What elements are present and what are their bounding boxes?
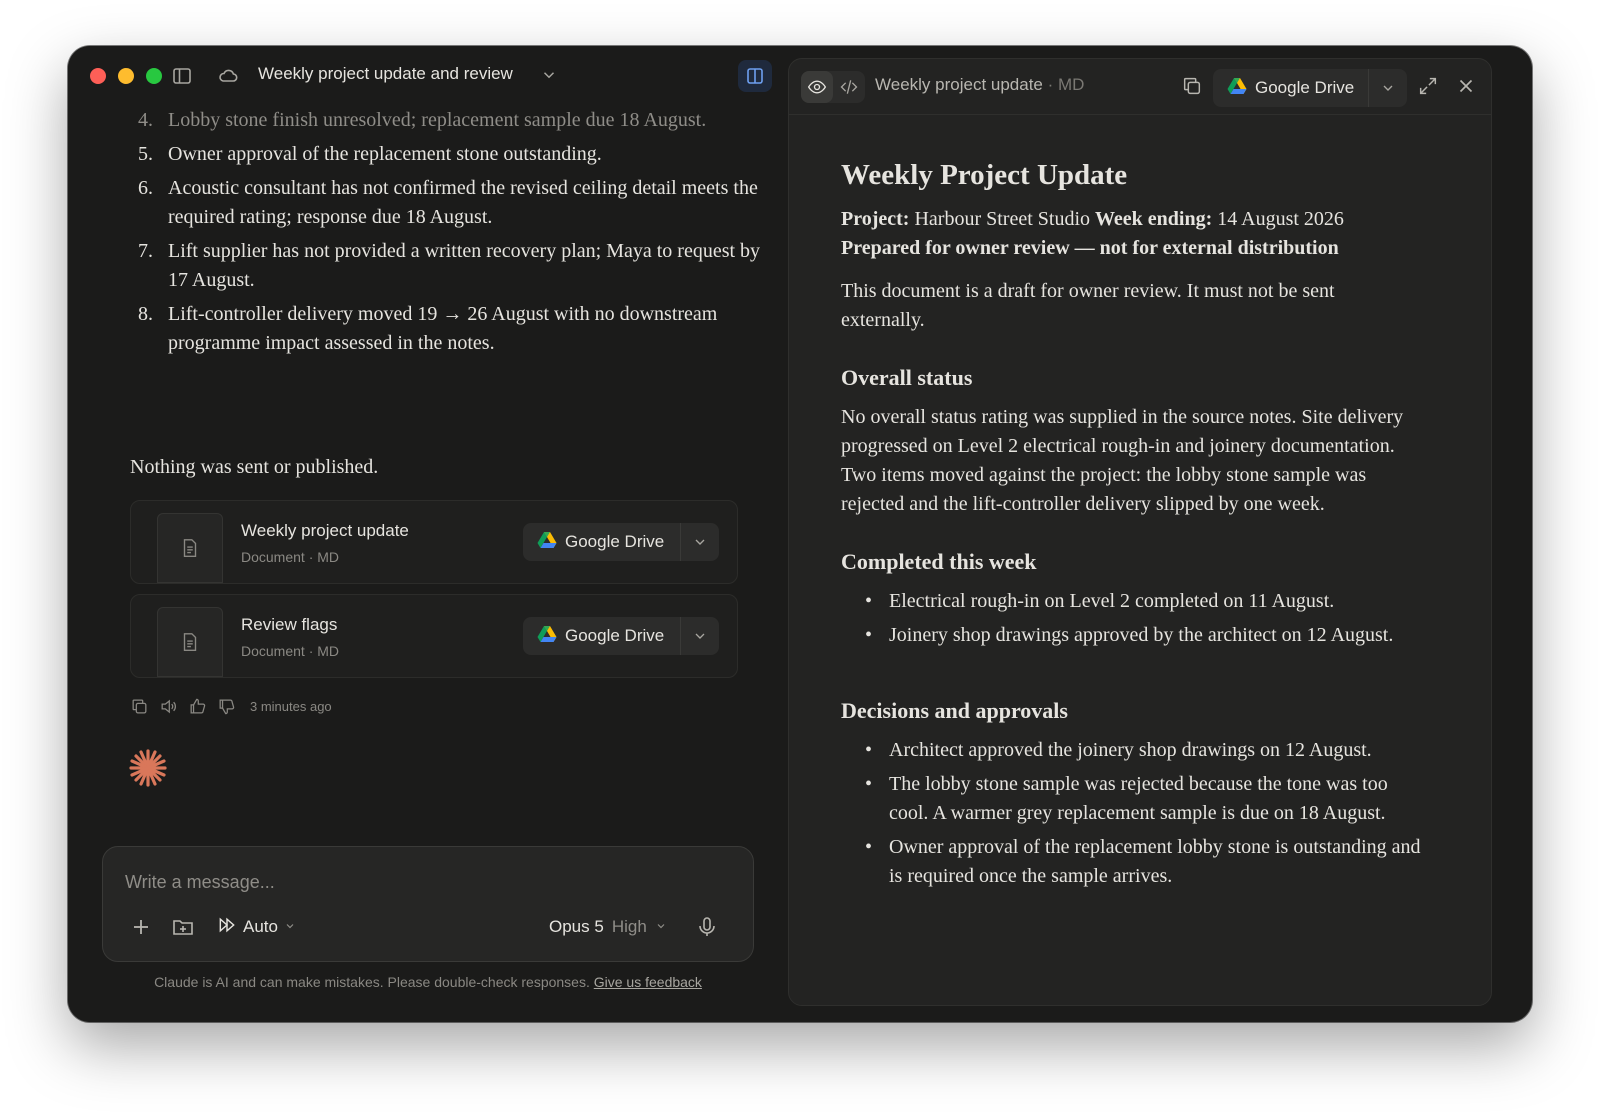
bullet-item: Owner approval of the replacement lobby … xyxy=(865,833,1421,891)
expand-icon[interactable] xyxy=(1417,75,1441,99)
google-drive-icon xyxy=(1227,77,1247,99)
save-to-drive-button[interactable]: Google Drive xyxy=(523,617,719,655)
list-item: 7. Lift supplier has not provided a writ… xyxy=(138,240,761,291)
list-item: 5. Owner approval of the replacement sto… xyxy=(138,143,602,165)
chevron-down-icon[interactable] xyxy=(681,523,719,561)
document-heading: Weekly Project Update xyxy=(841,159,1128,191)
view-toggle xyxy=(801,71,865,103)
title-bar: Weekly project update and review xyxy=(68,46,804,106)
google-drive-button[interactable]: Google Drive xyxy=(523,523,681,561)
close-icon[interactable] xyxy=(1455,75,1479,99)
code-icon[interactable] xyxy=(833,71,865,103)
document-toolbar: Weekly project update · MD Google Drive xyxy=(789,59,1491,115)
preview-eye-icon[interactable] xyxy=(801,71,833,103)
file-card-weekly-update[interactable]: Weekly project update Document · MD Goog… xyxy=(130,500,738,584)
file-name: Review flags xyxy=(241,615,338,634)
numbered-list: 4. Lobby stone finish unresolved; replac… xyxy=(128,106,778,363)
bullet-item: The lobby stone sample was rejected beca… xyxy=(865,770,1421,828)
file-card-review-flags[interactable]: Review flags Document · MD Google Drive xyxy=(130,594,738,678)
copy-icon[interactable] xyxy=(130,697,149,716)
feedback-link[interactable]: Give us feedback xyxy=(594,974,702,990)
chat-pane: Weekly project update and review 4. Lobb… xyxy=(68,46,804,1022)
panel-toggle-button[interactable] xyxy=(738,60,772,92)
thumbs-up-icon[interactable] xyxy=(188,697,207,716)
chevron-down-icon[interactable] xyxy=(681,617,719,655)
google-drive-icon xyxy=(537,531,557,553)
document-preview-pane: Weekly project update · MD Google Drive xyxy=(788,58,1492,1006)
google-drive-button[interactable]: Google Drive xyxy=(523,617,681,655)
distribution-note: Prepared for owner review — not for exte… xyxy=(841,237,1339,259)
section-heading: Completed this week xyxy=(841,549,1037,574)
minimize-window-button[interactable] xyxy=(118,68,134,84)
list-item: 6. Acoustic consultant has not confirmed… xyxy=(138,177,758,228)
message-input[interactable] xyxy=(125,867,725,897)
bullet-item: Joinery shop drawings approved by the ar… xyxy=(865,621,1421,650)
message-composer: Auto Opus 5 High xyxy=(102,846,754,962)
cloud-icon xyxy=(216,64,240,88)
document-icon xyxy=(157,607,223,677)
bullet-item: Architect approved the joinery shop draw… xyxy=(865,736,1421,765)
speaker-icon[interactable] xyxy=(159,697,178,716)
google-drive-icon xyxy=(537,625,557,647)
mode-selector[interactable]: Auto xyxy=(217,915,296,939)
document-title: Weekly project update · MD xyxy=(875,75,1085,94)
document-intro: This document is a draft for owner revie… xyxy=(841,280,1335,331)
save-to-drive-button[interactable]: Google Drive xyxy=(1213,69,1407,107)
section-heading: Decisions and approvals xyxy=(841,698,1068,723)
conversation-title[interactable]: Weekly project update and review xyxy=(258,64,513,84)
sidebar-toggle-icon[interactable] xyxy=(170,64,194,88)
chevron-down-icon xyxy=(284,917,296,937)
bullet-list: Electrical rough-in on Level 2 completed… xyxy=(841,587,1421,650)
zoom-window-button[interactable] xyxy=(146,68,162,84)
microphone-icon[interactable] xyxy=(695,915,719,939)
disclaimer: Claude is AI and can make mistakes. Plea… xyxy=(154,974,702,990)
message-scroll-area[interactable]: 4. Lobby stone finish unresolved; replac… xyxy=(68,106,804,886)
chevron-down-icon xyxy=(655,917,667,937)
thumbs-down-icon[interactable] xyxy=(217,697,236,716)
bullet-item: Electrical rough-in on Level 2 completed… xyxy=(865,587,1421,616)
list-item: 8. Lift-controller delivery moved 19 → 2… xyxy=(138,303,718,354)
model-selector[interactable]: Opus 5 High xyxy=(549,915,667,939)
copy-icon[interactable] xyxy=(1181,75,1205,99)
file-meta: Document · MD xyxy=(241,643,340,659)
add-folder-icon[interactable] xyxy=(171,915,195,939)
chevron-down-icon[interactable] xyxy=(540,66,558,84)
message-actions: 3 minutes ago xyxy=(130,696,332,716)
status-message: Nothing was sent or published. xyxy=(130,456,379,478)
document-icon xyxy=(157,513,223,583)
bullet-list: Architect approved the joinery shop draw… xyxy=(841,736,1421,891)
save-to-drive-button[interactable]: Google Drive xyxy=(523,523,719,561)
app-window: Weekly project update and review 4. Lobb… xyxy=(68,46,1532,1022)
google-drive-button[interactable]: Google Drive xyxy=(1213,69,1369,107)
section-paragraph: No overall status rating was supplied in… xyxy=(841,406,1404,515)
section-heading: Overall status xyxy=(841,365,973,390)
close-window-button[interactable] xyxy=(90,68,106,84)
document-body[interactable]: Weekly Project Update Project: Harbour S… xyxy=(841,157,1421,896)
message-timestamp: 3 minutes ago xyxy=(250,698,332,714)
list-item: 4. Lobby stone finish unresolved; replac… xyxy=(138,109,707,131)
file-name: Weekly project update xyxy=(241,521,409,540)
document-meta: Project: Harbour Street Studio Week endi… xyxy=(841,208,1344,230)
plus-icon[interactable] xyxy=(129,915,153,939)
fast-forward-icon xyxy=(217,915,237,940)
chevron-down-icon[interactable] xyxy=(1369,69,1407,107)
claude-spark-icon xyxy=(128,748,168,788)
file-meta: Document · MD xyxy=(241,549,340,565)
scroll-fade xyxy=(789,945,1491,1005)
